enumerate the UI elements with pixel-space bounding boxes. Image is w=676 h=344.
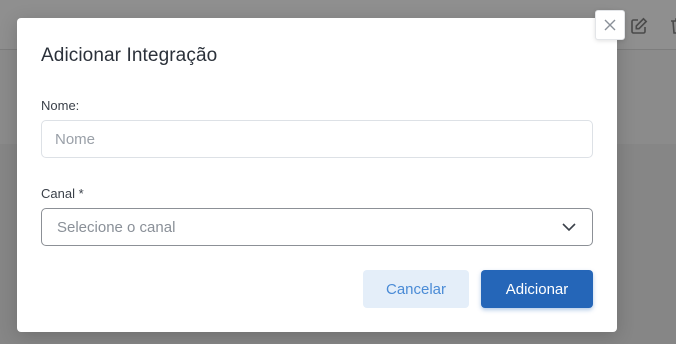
modal-title: Adicionar Integração [41, 45, 218, 66]
name-label: Nome: [41, 98, 80, 113]
channel-label: Canal * [41, 186, 84, 201]
add-button[interactable]: Adicionar [481, 270, 593, 308]
channel-select[interactable]: Selecione o canal [41, 208, 593, 246]
channel-select-placeholder: Selecione o canal [57, 218, 176, 236]
close-button[interactable] [595, 10, 625, 40]
cancel-button[interactable]: Cancelar [363, 270, 469, 308]
add-integration-modal: Adicionar Integração Nome: Canal * Selec… [17, 10, 625, 332]
edit-icon [629, 16, 649, 36]
trash-icon [668, 16, 676, 36]
chevron-down-icon [562, 223, 576, 232]
name-input[interactable] [41, 120, 593, 158]
close-icon [604, 19, 616, 31]
